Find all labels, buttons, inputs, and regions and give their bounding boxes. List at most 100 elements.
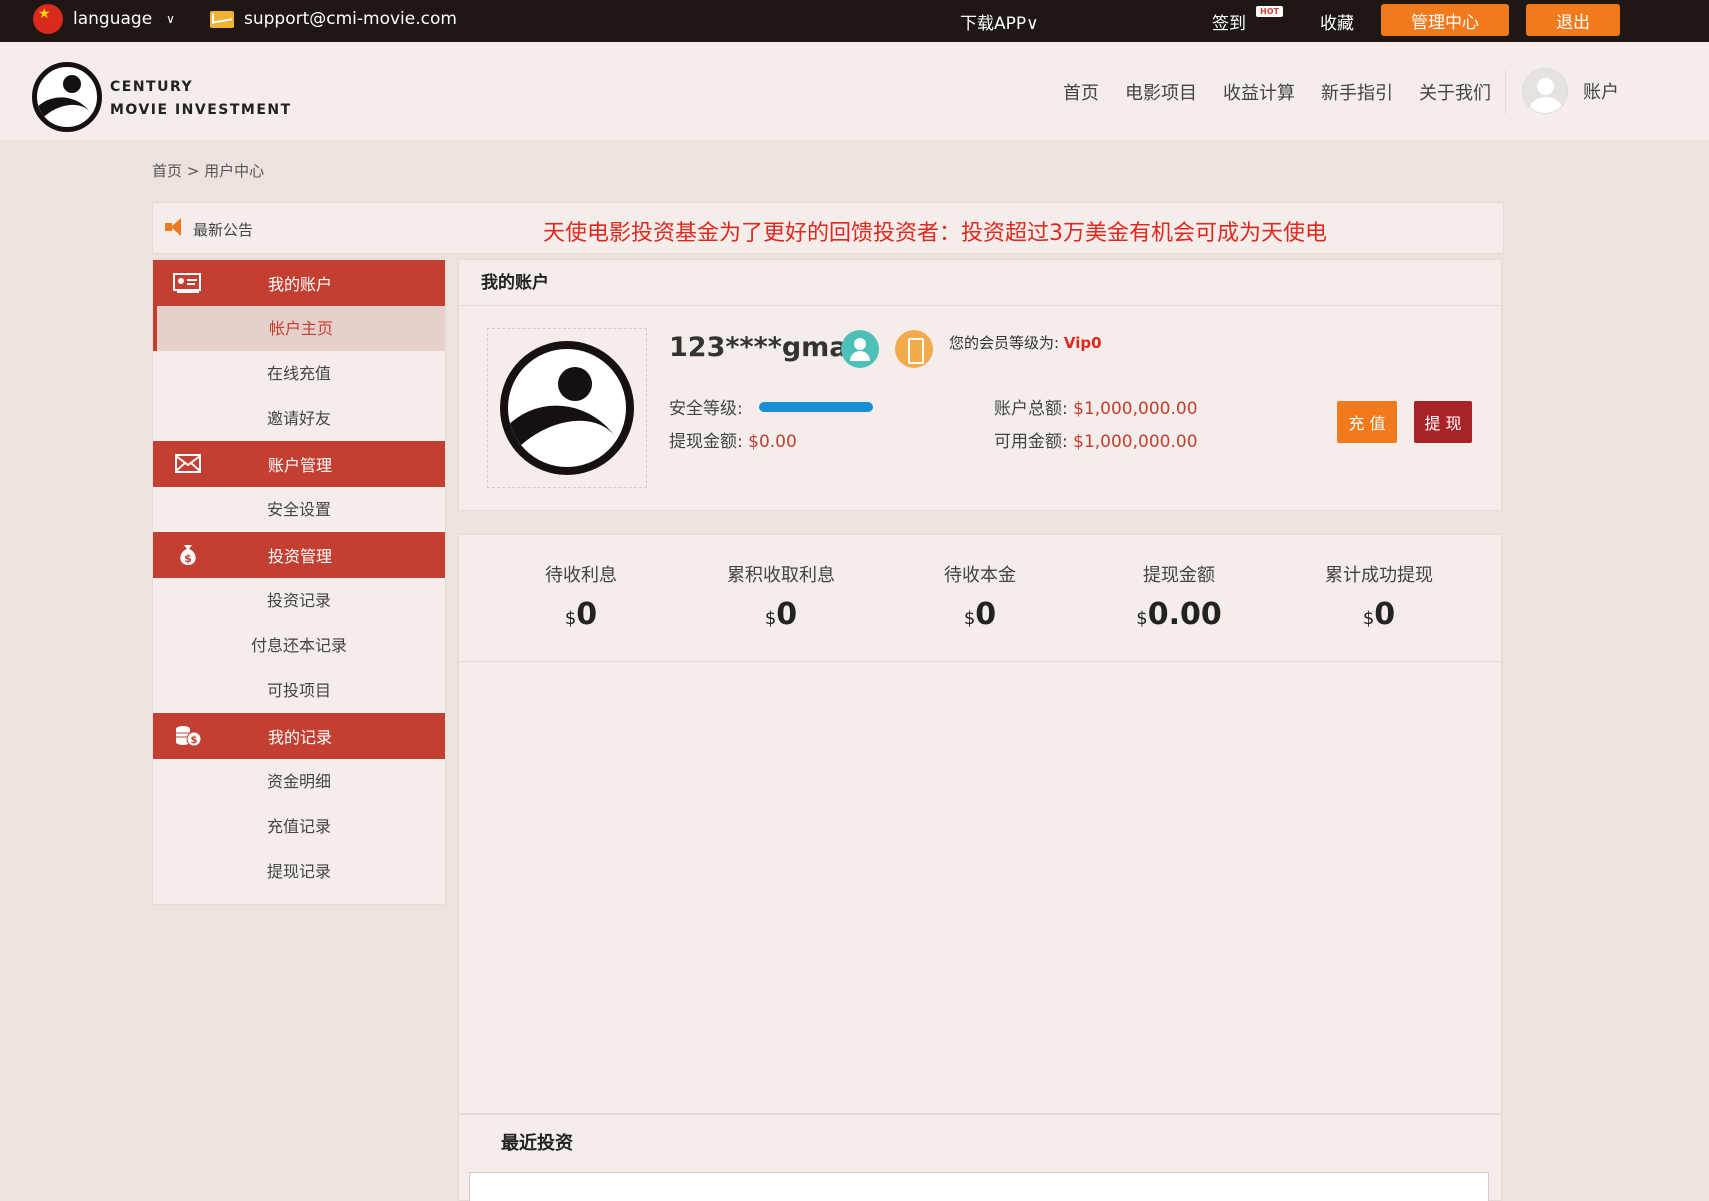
stat-pending-principal: 待收本金 $0 — [880, 561, 1080, 632]
stat-label: 累积收取利息 — [727, 565, 835, 586]
nav-beginner-guide[interactable]: 新手指引 — [1321, 79, 1393, 105]
sidebar-item-recharge-records[interactable]: 充值记录 — [153, 804, 445, 849]
stat-label: 累计成功提现 — [1325, 565, 1433, 586]
sidebar-item-withdrawal-records[interactable]: 提现记录 — [153, 849, 445, 894]
speaker-icon — [165, 218, 187, 238]
stat-pending-interest: 待收利息 $0 — [481, 561, 681, 632]
sidebar-item-fund-details[interactable]: 资金明细 — [153, 759, 445, 804]
brand-line-1: CENTURY — [110, 79, 194, 95]
mail-icon — [210, 10, 234, 28]
nav-movie-projects[interactable]: 电影项目 — [1125, 79, 1197, 105]
withdraw-amount-label: 提现金额: — [669, 432, 743, 452]
stat-label: 提现金额 — [1143, 565, 1215, 586]
nav-home[interactable]: 首页 — [1063, 79, 1099, 105]
identity-verify-icon[interactable] — [841, 330, 879, 368]
nav-income-calculator[interactable]: 收益计算 — [1223, 79, 1295, 105]
nav-about-us[interactable]: 关于我们 — [1419, 79, 1491, 105]
sidebar-section-account-management[interactable]: 账户管理 — [153, 441, 445, 487]
vip-label: 您的会员等级为: — [949, 334, 1060, 352]
withdraw-amount: 提现金额: $0.00 — [669, 427, 797, 452]
stat-value: $0 — [681, 597, 881, 632]
announcement-label: 最新公告 — [193, 221, 254, 239]
sidebar-section-investment-management[interactable]: $ 投资管理 — [153, 532, 445, 578]
stat-number: 0 — [1374, 597, 1396, 632]
sidebar-item-security-settings[interactable]: 安全设置 — [153, 487, 445, 532]
site-header: CENTURY MOVIE INVESTMENT 首页 电影项目 收益计算 新手… — [0, 42, 1709, 140]
currency-symbol: $ — [564, 608, 577, 629]
currency-symbol: $ — [1136, 608, 1148, 629]
recent-investments-table — [469, 1172, 1489, 1201]
sidebar: 我的账户 帐户主页 在线充值 邀请好友 账户管理 安全设置 $ 投资管理 投资记… — [152, 259, 446, 905]
stat-total-withdrawn: 累计成功提现 $0 — [1279, 561, 1479, 632]
user-avatar-icon[interactable] — [1522, 68, 1568, 114]
announcement-marquee[interactable]: 天使电影投资基金为了更好的回馈投资者：投资超过3万美金有机会可成为天使电 — [543, 215, 1488, 247]
favorite-link[interactable]: 收藏 — [1320, 9, 1354, 34]
account-link[interactable]: 账户 — [1583, 78, 1619, 104]
withdraw-amount-value: $0.00 — [748, 432, 797, 452]
security-level: 安全等级: — [669, 394, 743, 419]
sidebar-item-investment-records[interactable]: 投资记录 — [153, 578, 445, 623]
stat-label: 待收本金 — [944, 565, 1016, 586]
hot-badge: HOT — [1256, 6, 1283, 17]
vip-value: Vip0 — [1063, 334, 1102, 352]
withdraw-button[interactable]: 提 现 — [1414, 401, 1472, 443]
stats-panel: 待收利息 $0 累积收取利息 $0 待收本金 $0 提现金额 $0.00 累计成… — [458, 534, 1502, 662]
sidebar-section-label: 账户管理 — [267, 456, 332, 475]
sidebar-item-available-projects[interactable]: 可投项目 — [153, 668, 445, 713]
announcement-bar: 最新公告 天使电影投资基金为了更好的回馈投资者：投资超过3万美金有机会可成为天使… — [152, 202, 1504, 254]
stat-number: 0 — [975, 597, 997, 632]
stat-withdraw-amount: 提现金额 $0.00 — [1079, 561, 1279, 632]
phone-verify-icon[interactable] — [895, 330, 933, 368]
brand-logo-icon[interactable] — [32, 62, 102, 132]
stat-label: 待收利息 — [545, 565, 617, 586]
panel-title: 我的账户 — [459, 260, 1501, 306]
profile-picture[interactable] — [487, 328, 647, 488]
language-selector[interactable]: language ∨ — [33, 4, 175, 34]
admin-center-button[interactable]: 管理中心 — [1381, 4, 1509, 36]
account-panel: 我的账户 123****gmai 您的会员等级为: Vip0 安全等级: 提现金… — [458, 259, 1502, 511]
sidebar-section-my-records[interactable]: $ 我的记录 — [153, 713, 445, 759]
content-area — [458, 662, 1502, 1114]
security-label: 安全等级: — [669, 399, 743, 419]
sidebar-section-label: 我的记录 — [267, 728, 332, 747]
sidebar-item-account-home[interactable]: 帐户主页 — [153, 306, 445, 351]
available-amount: 可用金额: $1,000,000.00 — [994, 427, 1198, 452]
chevron-down-icon: ∨ — [166, 12, 175, 26]
brand-line-2: MOVIE INVESTMENT — [110, 102, 292, 118]
stat-value: $0 — [1279, 597, 1479, 632]
stat-value: $0 — [481, 597, 681, 632]
vip-level: 您的会员等级为: Vip0 — [949, 332, 1102, 353]
nav-divider — [1505, 70, 1506, 114]
sidebar-item-online-recharge[interactable]: 在线充值 — [153, 351, 445, 396]
stat-number: 0 — [776, 597, 798, 632]
download-app-link[interactable]: 下载APP∨ — [960, 9, 1039, 34]
stat-number: 0.00 — [1147, 597, 1222, 632]
logout-button[interactable]: 退出 — [1526, 4, 1620, 36]
top-bar: language ∨ support@cmi-movie.com 下载APP∨ 签… — [0, 0, 1709, 42]
sidebar-section-my-account[interactable]: 我的账户 — [153, 260, 445, 306]
available-amount-label: 可用金额: — [994, 432, 1068, 452]
sign-in-link[interactable]: 签到 — [1212, 9, 1246, 34]
account-total-label: 账户总额: — [994, 399, 1068, 419]
currency-symbol: $ — [764, 608, 777, 629]
recent-investments-panel: 最近投资 — [458, 1114, 1502, 1201]
language-label: language — [73, 9, 153, 29]
breadcrumb: 首页 > 用户中心 — [152, 162, 265, 180]
recent-investments-title: 最近投资 — [501, 1133, 573, 1154]
username: 123****gmai — [669, 332, 857, 363]
china-flag-icon — [33, 4, 63, 34]
profile-logo-icon — [500, 341, 634, 475]
support-email[interactable]: support@cmi-movie.com — [210, 9, 457, 29]
stat-cumulative-interest: 累积收取利息 $0 — [681, 561, 881, 632]
currency-symbol: $ — [1362, 608, 1375, 629]
stat-value: $0.00 — [1079, 597, 1279, 632]
stat-number: 0 — [576, 597, 598, 632]
stat-value: $0 — [880, 597, 1080, 632]
currency-symbol: $ — [963, 608, 976, 629]
main-nav: 首页 电影项目 收益计算 新手指引 关于我们 — [1063, 79, 1491, 105]
sidebar-item-interest-repayment-records[interactable]: 付息还本记录 — [153, 623, 445, 668]
recharge-button[interactable]: 充 值 — [1337, 401, 1397, 443]
sidebar-item-invite-friends[interactable]: 邀请好友 — [153, 396, 445, 441]
sidebar-section-label: 投资管理 — [267, 547, 332, 566]
security-level-bar — [759, 402, 873, 412]
